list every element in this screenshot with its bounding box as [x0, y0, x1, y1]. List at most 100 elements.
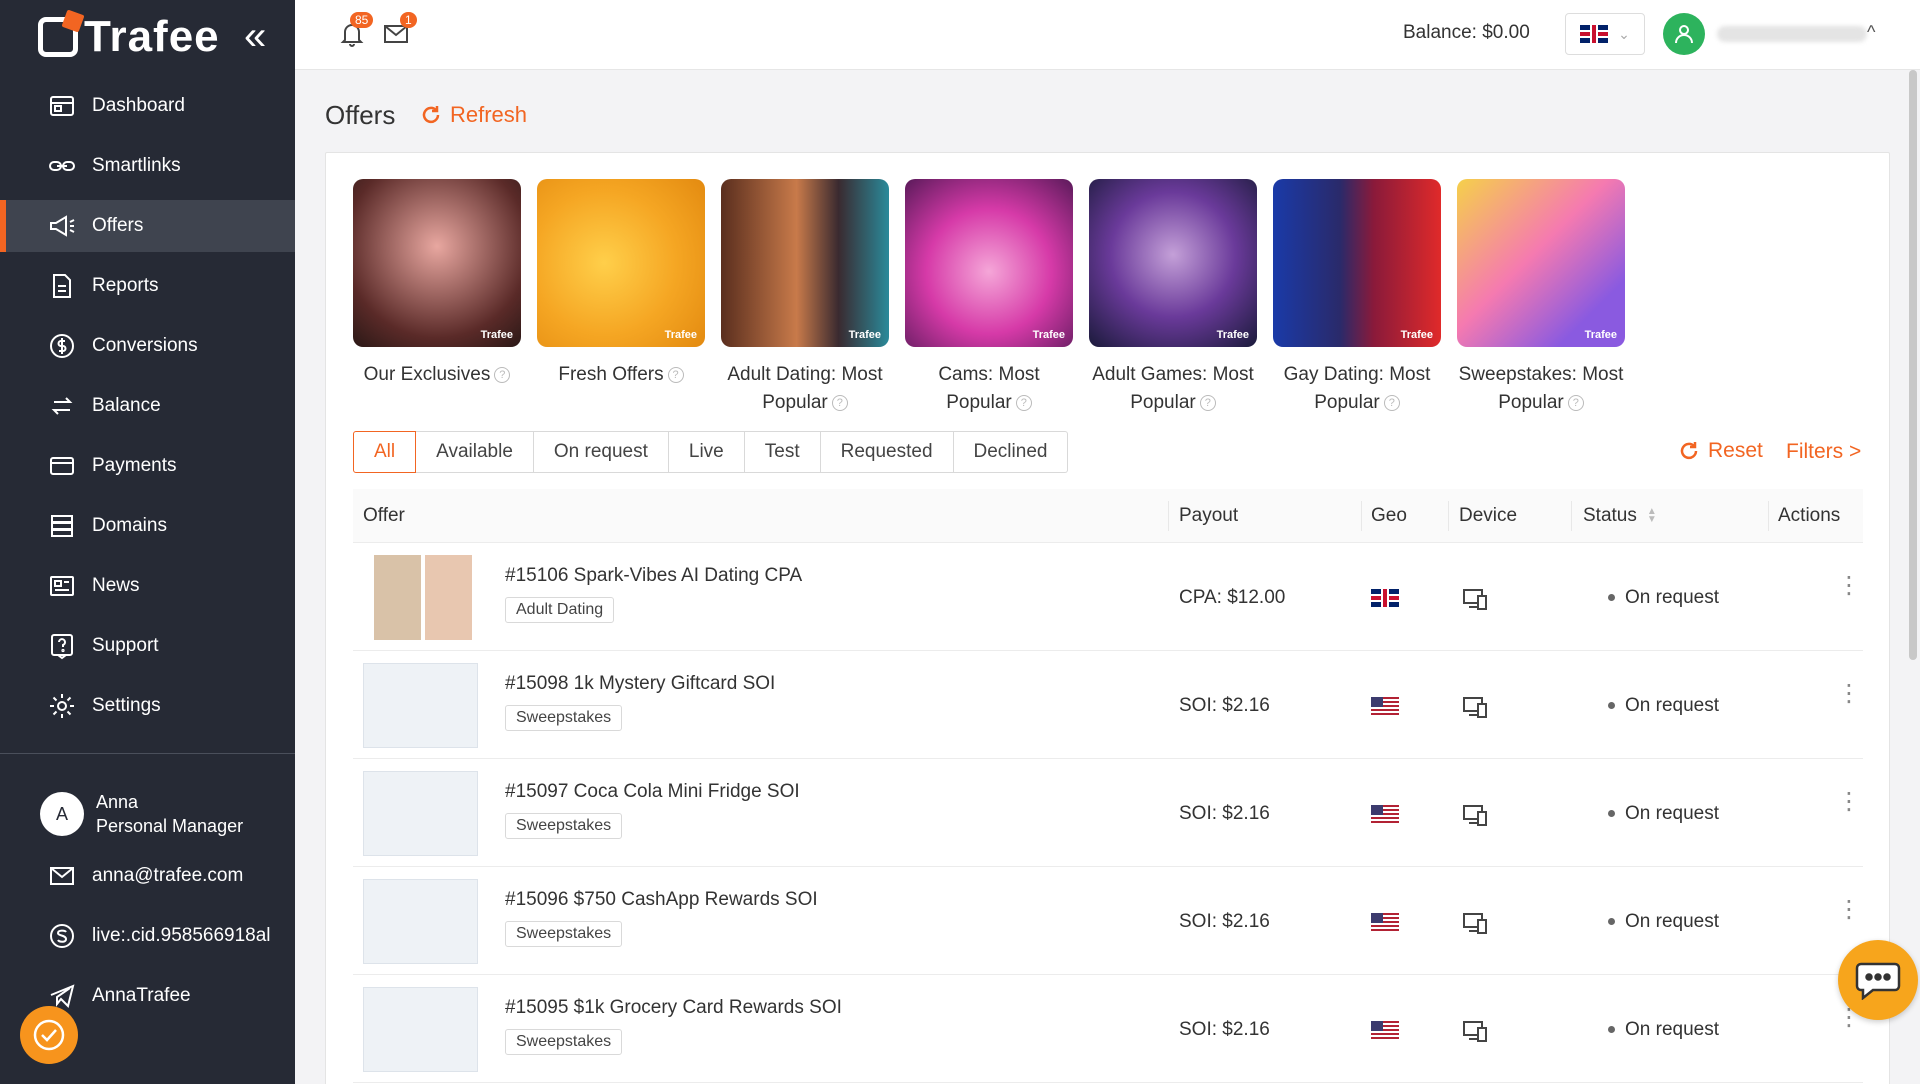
category-fresh-offers[interactable]: Trafee Fresh Offers? [537, 179, 705, 417]
refresh-icon [1680, 442, 1698, 460]
column-offer: Offer [363, 505, 405, 526]
offer-category-tag: Sweepstakes [505, 813, 623, 839]
device-desktop-mobile-icon [1461, 693, 1489, 726]
offer-category-tag: Sweepstakes [505, 705, 623, 731]
column-status[interactable]: Status ▲ ▼ [1583, 505, 1657, 527]
chevron-up-icon[interactable]: ^ [1867, 22, 1875, 43]
help-circle-icon[interactable]: ? [494, 366, 511, 383]
sidebar-item-smartlinks[interactable]: Smartlinks [0, 140, 295, 192]
category-sweepstakes[interactable]: Trafee Sweepstakes: Most Popular? [1457, 179, 1625, 417]
offer-status: On request [1608, 911, 1719, 933]
category-carousel: Trafee Our Exclusives? Trafee Fresh Offe… [353, 179, 1625, 417]
tab-declined[interactable]: Declined [953, 431, 1069, 473]
user-avatar[interactable] [1663, 13, 1705, 55]
sidebar-item-label: Payments [92, 455, 177, 476]
mail-icon [50, 867, 74, 885]
category-image: Trafee [537, 179, 705, 347]
offer-name[interactable]: #15097 Coca Cola Mini Fridge SOI [505, 781, 800, 803]
sidebar-item-label: Offers [92, 215, 144, 236]
category-label-text: Gay Dating: Most Popular [1283, 364, 1431, 413]
help-circle-icon[interactable]: ? [667, 366, 684, 383]
table-row[interactable]: #15097 Coca Cola Mini Fridge SOI Sweepst… [353, 759, 1863, 867]
help-circle-icon[interactable]: ? [831, 394, 848, 411]
tab-on-request[interactable]: On request [533, 431, 669, 473]
category-cams[interactable]: Trafee Cams: Most Popular? [905, 179, 1073, 417]
category-image: Trafee [721, 179, 889, 347]
column-status-label: Status [1583, 505, 1637, 526]
manager-telegram[interactable]: AnnaTrafee [48, 982, 191, 1010]
column-geo: Geo [1371, 505, 1407, 526]
sidebar-item-settings[interactable]: Settings [0, 680, 295, 732]
offer-status: On request [1608, 1019, 1719, 1041]
category-label-text: Adult Games: Most Popular [1092, 364, 1254, 413]
manager-role: Personal Manager [96, 816, 244, 836]
check-badge-icon [33, 1019, 65, 1051]
tab-available[interactable]: Available [416, 431, 534, 473]
trafee-logo[interactable]: Trafee [38, 12, 220, 62]
row-actions-menu-icon[interactable]: ⋮ [1837, 574, 1861, 598]
reset-filters-button[interactable]: Reset [1678, 439, 1763, 463]
sidebar-item-label: Support [92, 635, 159, 656]
offer-name[interactable]: #15098 1k Mystery Giftcard SOI [505, 673, 775, 695]
manager-skype[interactable]: live:.cid.958566918al [48, 922, 271, 950]
offer-name[interactable]: #15096 $750 CashApp Rewards SOI [505, 889, 818, 911]
notifications-button[interactable]: 85 [338, 12, 374, 53]
sidebar-item-domains[interactable]: Domains [0, 500, 295, 552]
category-our-exclusives[interactable]: Trafee Our Exclusives? [353, 179, 521, 417]
sidebar-item-reports[interactable]: Reports [0, 260, 295, 312]
table-row[interactable]: #15095 $1k Grocery Card Rewards SOI Swee… [353, 975, 1863, 1083]
tab-test[interactable]: Test [744, 431, 821, 473]
watermark: Trafee [1400, 329, 1433, 341]
manager-email[interactable]: anna@trafee.com [48, 862, 243, 890]
column-divider [1168, 501, 1169, 531]
user-name-redacted[interactable] [1717, 26, 1867, 42]
row-actions-menu-icon[interactable]: ⋮ [1837, 1006, 1861, 1030]
sidebar-item-balance[interactable]: Balance [0, 380, 295, 432]
table-row[interactable]: #15098 1k Mystery Giftcard SOI Sweepstak… [353, 651, 1863, 759]
tab-live[interactable]: Live [668, 431, 745, 473]
topbar: 85 1 Balance: $0.00 ⌄ ^ [295, 0, 1920, 70]
help-circle-icon[interactable]: ? [1199, 394, 1216, 411]
category-label: Fresh Offers? [537, 361, 705, 389]
category-gay-dating[interactable]: Trafee Gay Dating: Most Popular? [1273, 179, 1441, 417]
category-adult-games[interactable]: Trafee Adult Games: Most Popular? [1089, 179, 1257, 417]
row-actions-menu-icon[interactable]: ⋮ [1837, 682, 1861, 706]
sidebar-item-support[interactable]: Support [0, 620, 295, 672]
skype-icon [50, 924, 74, 948]
sidebar-item-label: Reports [92, 275, 159, 296]
category-adult-dating[interactable]: Trafee Adult Dating: Most Popular? [721, 179, 889, 417]
category-label: Our Exclusives? [353, 361, 521, 389]
offer-thumbnail [363, 663, 478, 748]
page-scrollbar[interactable] [1909, 70, 1917, 660]
help-circle-icon[interactable]: ? [1567, 394, 1584, 411]
onboarding-helper-button[interactable] [20, 1006, 78, 1064]
offer-name[interactable]: #15106 Spark-Vibes AI Dating CPA [505, 565, 802, 587]
device-desktop-mobile-icon [1461, 801, 1489, 834]
sidebar-item-offers[interactable]: Offers [0, 200, 295, 252]
collapse-sidebar-icon[interactable]: « [244, 16, 266, 56]
sort-icon[interactable]: ▲ ▼ [1647, 506, 1657, 524]
refresh-button[interactable]: Refresh [420, 102, 527, 128]
user-icon [1675, 25, 1693, 44]
live-chat-button[interactable] [1838, 940, 1918, 1020]
tab-all[interactable]: All [353, 431, 417, 473]
row-actions-menu-icon[interactable]: ⋮ [1837, 898, 1861, 922]
help-circle-icon[interactable]: ? [1015, 394, 1032, 411]
sidebar-item-payments[interactable]: Payments [0, 440, 295, 492]
help-circle-icon[interactable]: ? [1383, 394, 1400, 411]
sidebar-item-news[interactable]: News [0, 560, 295, 612]
offer-payout: CPA: $12.00 [1179, 587, 1286, 608]
tab-requested[interactable]: Requested [820, 431, 954, 473]
table-row[interactable]: #15096 $750 CashApp Rewards SOI Sweepsta… [353, 867, 1863, 975]
sidebar-item-conversions[interactable]: Conversions [0, 320, 295, 372]
messages-button[interactable]: 1 [382, 12, 417, 53]
category-label: Sweepstakes: Most Popular? [1457, 361, 1625, 417]
table-row[interactable]: #15106 Spark-Vibes AI Dating CPA Adult D… [353, 543, 1863, 651]
watermark: Trafee [1584, 329, 1617, 341]
sidebar-item-dashboard[interactable]: Dashboard [0, 80, 295, 132]
row-actions-menu-icon[interactable]: ⋮ [1837, 790, 1861, 814]
language-selector[interactable]: ⌄ [1565, 13, 1645, 55]
offer-name[interactable]: #15095 $1k Grocery Card Rewards SOI [505, 997, 842, 1019]
filters-button[interactable]: Filters > [1786, 440, 1861, 464]
device-desktop-mobile-icon [1461, 1017, 1489, 1050]
